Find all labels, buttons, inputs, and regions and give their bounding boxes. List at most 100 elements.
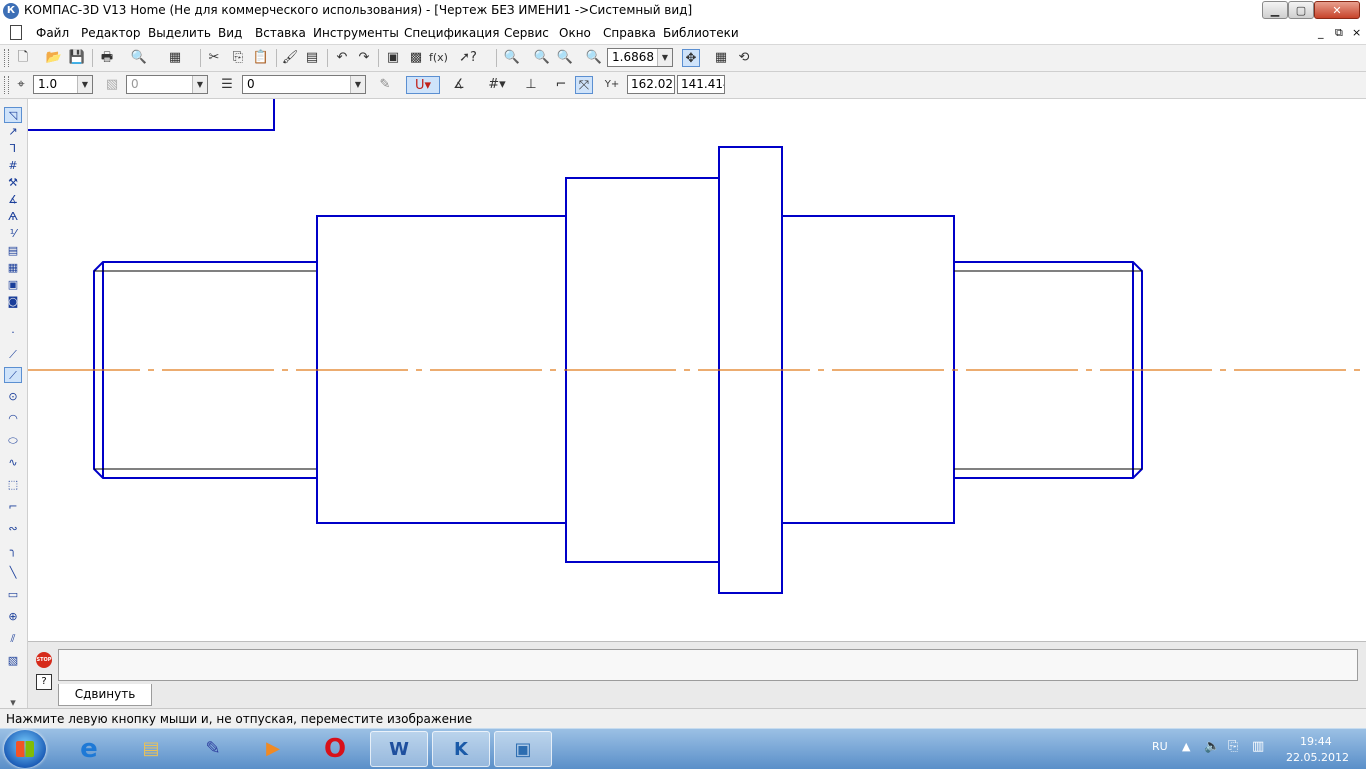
toolbar-grip[interactable] [4, 76, 9, 94]
bezier-tool-icon[interactable]: ∾ [4, 521, 22, 537]
menu-select[interactable]: Выделить [148, 26, 211, 40]
equidistant-tool-icon[interactable]: ⫽ [4, 631, 22, 647]
close-button[interactable]: ✕ [1314, 1, 1360, 19]
reports-panel-icon[interactable]: ▦ [4, 260, 22, 276]
drawing-canvas[interactable] [28, 99, 1366, 640]
contour-tool-icon[interactable]: ⊕ [4, 609, 22, 625]
ms-word-icon[interactable]: W [370, 731, 428, 767]
designations-panel-icon[interactable]: Ꞁ [4, 141, 22, 157]
parametrization-panel-icon[interactable]: ⚒ [4, 175, 22, 191]
measure-panel-icon[interactable]: ∡ [4, 192, 22, 208]
open-folder-icon[interactable]: 📂 [45, 49, 63, 67]
parametric-mode-icon[interactable]: ⤧ [575, 76, 593, 94]
title-bar[interactable]: К КОМПАС-3D V13 Home (Не для коммерческо… [0, 0, 1366, 23]
manager-icon[interactable]: ▣ [384, 49, 402, 67]
library-manager-icon[interactable]: ▩ [407, 49, 425, 67]
zoom-window-icon[interactable]: 🔍 [503, 49, 521, 67]
point-tool-icon[interactable]: · [4, 325, 22, 341]
media-player-icon[interactable]: ▶ [244, 731, 302, 767]
chamfer-tool-icon[interactable]: ╲ [4, 565, 22, 581]
copy-icon[interactable]: ⎘ [229, 49, 247, 67]
print-preview-icon[interactable]: 🔍 [130, 49, 148, 67]
mdi-close-button[interactable]: × [1352, 26, 1361, 39]
redo-icon[interactable]: ↷ [355, 49, 373, 67]
menu-help[interactable]: Справка [603, 26, 656, 40]
start-button[interactable] [4, 730, 46, 768]
polyline-tool-icon[interactable]: ⌐ [4, 499, 22, 515]
ortho-mode-icon[interactable]: ⌐ [552, 76, 570, 94]
menu-insert[interactable]: Вставка [255, 26, 306, 40]
segment-tool-icon[interactable]: ⟋ [4, 367, 22, 383]
volume-icon[interactable]: 🔈 [1204, 739, 1220, 754]
line-scale-combo[interactable]: 1.0 ▼ [33, 75, 93, 94]
chevron-down-icon[interactable]: ▼ [77, 76, 92, 93]
format-painter-icon[interactable]: 🖌 [281, 49, 299, 67]
minimize-button[interactable]: ▁ [1262, 1, 1288, 19]
menu-file[interactable]: Файл [36, 26, 69, 40]
command-parameters-area[interactable] [58, 649, 1358, 681]
clock-time[interactable]: 19:44 [1300, 735, 1332, 748]
zoom-scale-icon[interactable]: 🔍 [585, 49, 603, 67]
selection-panel-icon[interactable]: Ѧ [4, 209, 22, 225]
ellipse-tool-icon[interactable]: ⬭ [4, 433, 22, 449]
chevron-down-icon[interactable]: ▼ [657, 49, 672, 66]
y-coordinate-field[interactable]: 141.414 [677, 75, 725, 94]
help-button[interactable]: ? [36, 674, 52, 690]
hatching-tool-icon[interactable]: ▧ [4, 653, 22, 669]
new-document-icon[interactable]: 🗋 [14, 49, 32, 67]
zoom-combo[interactable]: 1.6868 ▼ [607, 48, 673, 67]
properties-icon[interactable]: ▤ [303, 49, 321, 67]
pan-icon[interactable]: ✥ [682, 49, 700, 67]
chevron-down-icon[interactable]: ▼ [350, 76, 365, 93]
document-icon[interactable] [10, 25, 22, 40]
menu-editor[interactable]: Редактор [81, 26, 140, 40]
menu-window[interactable]: Окно [559, 26, 591, 40]
print-icon[interactable]: 🖶 [98, 49, 116, 67]
zoom-in-icon[interactable]: 🔍 [533, 49, 551, 67]
auxiliary-line-icon[interactable]: ⟋ [4, 347, 22, 363]
show-hidden-icons-icon[interactable]: ▲ [1182, 740, 1190, 753]
toolbar-grip[interactable] [4, 49, 9, 67]
tab-pan[interactable]: Сдвинуть [58, 684, 152, 706]
geometry-panel-icon[interactable]: ◹ [4, 107, 22, 123]
mdi-restore-button[interactable]: ⧉ [1335, 26, 1343, 40]
local-cs-icon[interactable]: ⊥ [522, 76, 540, 94]
associative-views-icon[interactable]: ⅟ [4, 226, 22, 242]
maximize-button[interactable]: ▢ [1288, 1, 1314, 19]
dimensions-panel-icon[interactable]: ↗ [4, 124, 22, 140]
redraw-icon[interactable]: ⟲ [735, 49, 753, 67]
local-snap-icon[interactable]: ∡ [450, 76, 468, 94]
drawing-svg[interactable] [28, 99, 1366, 640]
menu-libraries[interactable]: Библиотеки [663, 26, 739, 40]
internet-explorer-icon[interactable]: e [60, 731, 118, 767]
menu-view[interactable]: Вид [218, 26, 242, 40]
refresh-view-icon[interactable]: ▦ [712, 49, 730, 67]
menu-specification[interactable]: Спецификация [404, 26, 499, 40]
network-icon[interactable]: ▥ [1252, 739, 1264, 754]
paste-icon[interactable]: 📋 [252, 49, 270, 67]
usb-device-icon[interactable]: ⎘ [1228, 739, 1238, 754]
layers-icon[interactable]: ☰ [218, 76, 236, 94]
context-help-icon[interactable]: ➚? [459, 49, 477, 67]
image-viewer-icon[interactable]: ▣ [494, 731, 552, 767]
kompas-3d-taskbar-icon[interactable]: K [432, 731, 490, 767]
language-indicator[interactable]: RU [1152, 740, 1168, 753]
menu-tools[interactable]: Инструменты [313, 26, 399, 40]
save-icon[interactable]: 💾 [68, 49, 86, 67]
tools-app-icon[interactable]: ✎ [184, 731, 242, 767]
cut-icon[interactable]: ✂ [205, 49, 223, 67]
stop-command-button[interactable]: STOP [36, 652, 52, 668]
kompas-app-icon[interactable]: К [3, 3, 19, 19]
hatch-tool-icon[interactable]: ⬚ [4, 477, 22, 493]
snap-magnet-icon[interactable]: U▾ [406, 76, 440, 94]
menu-service[interactable]: Сервис [504, 26, 549, 40]
arc-tool-icon[interactable]: ◠ [4, 411, 22, 427]
layer-combo[interactable]: 0 ▼ [242, 75, 366, 94]
spec-panel-icon[interactable]: ▤ [4, 243, 22, 259]
file-explorer-icon[interactable]: ▤ [122, 731, 180, 767]
fillet-tool-icon[interactable]: ╮ [4, 543, 22, 559]
grid-icon[interactable]: #▾ [480, 76, 514, 94]
clock-date[interactable]: 22.05.2012 [1286, 751, 1349, 764]
spline-tool-icon[interactable]: ∿ [4, 455, 22, 471]
document-manager-icon[interactable]: ▦ [166, 49, 184, 67]
